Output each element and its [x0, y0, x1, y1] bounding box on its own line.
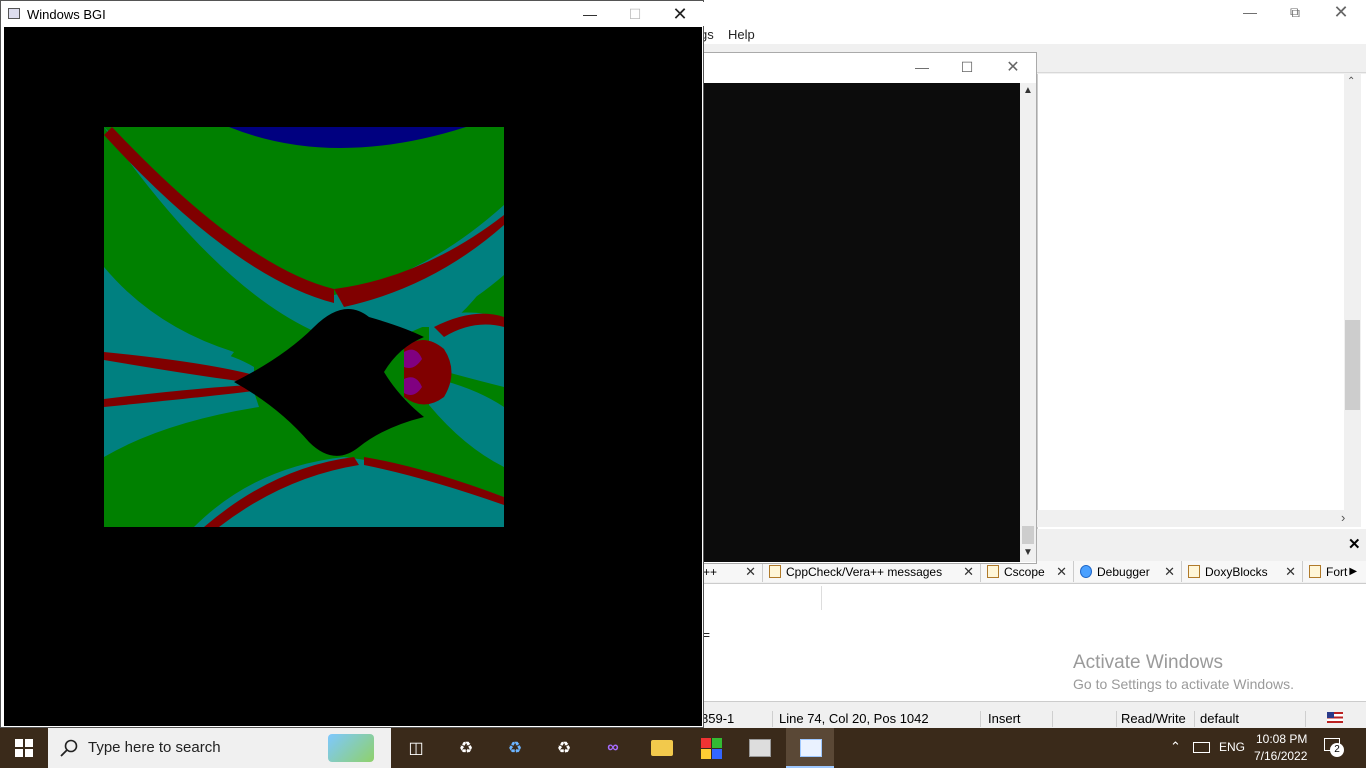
- close-icon[interactable]: ✕: [745, 564, 756, 580]
- code-editor[interactable]: [1037, 74, 1366, 529]
- bgi-minimize-button[interactable]: —: [567, 2, 613, 26]
- close-icon[interactable]: ✕: [1164, 564, 1175, 580]
- clock-time[interactable]: 10:08 PM: [1256, 732, 1307, 746]
- console-app-icon[interactable]: [746, 734, 774, 762]
- log-fragment: =: [703, 628, 711, 642]
- scroll-up-icon[interactable]: ⌃: [1347, 76, 1355, 87]
- search-placeholder: Type here to search: [88, 739, 221, 756]
- activate-windows-subtitle: Go to Settings to activate Windows.: [1073, 676, 1294, 692]
- tab-cppcheck[interactable]: CppCheck/Vera++ messages ✕: [763, 561, 981, 582]
- tab-doxyblocks[interactable]: DoxyBlocks ✕: [1182, 561, 1303, 582]
- tabs-scroll-right-icon[interactable]: ▶: [1349, 566, 1357, 577]
- notification-count-badge: 2: [1330, 743, 1344, 757]
- tab-label: DoxyBlocks: [1205, 564, 1268, 579]
- status-encoding: 859-1: [701, 711, 735, 726]
- debugger-gear-icon: [1080, 565, 1092, 578]
- status-access: Read/Write: [1121, 711, 1186, 726]
- tab-debugger[interactable]: Debugger ✕: [1074, 561, 1182, 582]
- tab-build-log[interactable]: ++ ✕: [700, 561, 763, 582]
- window-icon: [800, 739, 822, 757]
- editor-scroll-thumb[interactable]: [1345, 320, 1360, 410]
- activate-windows-title: Activate Windows: [1073, 652, 1223, 673]
- status-separator: [1052, 711, 1053, 727]
- console-scrollbar[interactable]: ▲ ▼: [1020, 83, 1036, 562]
- ide-titlebar: — ⧉ ✕: [700, 0, 1366, 24]
- search-box[interactable]: Type here to search: [48, 728, 391, 768]
- tab-cscope[interactable]: Cscope ✕: [981, 561, 1074, 582]
- start-button[interactable]: [0, 728, 48, 768]
- status-separator: [1305, 711, 1306, 727]
- language-indicator[interactable]: ENG: [1219, 740, 1245, 754]
- tab-fortran[interactable]: Fort ▶: [1303, 561, 1366, 582]
- logs-tabs: ++ ✕ CppCheck/Vera++ messages ✕ Cscope ✕…: [700, 561, 1366, 584]
- us-flag-icon: [1327, 712, 1343, 723]
- tab-label: CppCheck/Vera++ messages: [786, 564, 943, 579]
- ide-statusbar: 859-1 Line 74, Col 20, Pos 1042 Insert R…: [700, 709, 1366, 728]
- bgi-close-button[interactable]: ✕: [657, 2, 703, 26]
- task-view-icon[interactable]: ◫: [402, 734, 430, 762]
- column-divider: [821, 586, 822, 610]
- tab-label: ++: [703, 564, 718, 579]
- status-mode: Insert: [988, 711, 1021, 726]
- status-separator: [1116, 711, 1117, 727]
- taskbar: Type here to search ◫ ♻ ♻ ♻ ∞ ⌃ ENG 10:0…: [0, 728, 1366, 768]
- tab-label: Debugger: [1097, 564, 1150, 579]
- battery-icon[interactable]: [1193, 742, 1210, 753]
- close-icon[interactable]: ✕: [1285, 564, 1296, 580]
- active-window-button[interactable]: [786, 728, 834, 768]
- recycle-bin-full-icon[interactable]: ♻: [550, 734, 578, 762]
- fractal-image: [104, 127, 504, 527]
- close-icon[interactable]: ✕: [1056, 564, 1067, 580]
- console-scroll-thumb[interactable]: [1022, 526, 1034, 544]
- editor-vertical-scrollbar[interactable]: ⌃: [1344, 74, 1361, 511]
- document-edit-icon: [1309, 565, 1321, 578]
- bgi-canvas[interactable]: [4, 27, 702, 726]
- scroll-down-icon[interactable]: ▼: [1023, 547, 1033, 558]
- ide-restore-button[interactable]: ⧉: [1272, 0, 1318, 24]
- visual-studio-icon[interactable]: ∞: [599, 734, 627, 762]
- recycle-bin-icon[interactable]: ♻: [452, 734, 480, 762]
- status-profile: default: [1200, 711, 1240, 726]
- document-edit-icon: [1188, 565, 1200, 578]
- file-explorer-icon[interactable]: [648, 734, 676, 762]
- status-position: Line 74, Col 20, Pos 1042: [779, 711, 929, 726]
- document-edit-icon: [769, 565, 781, 578]
- console-minimize-button[interactable]: —: [899, 55, 945, 79]
- clock-date[interactable]: 7/16/2022: [1254, 749, 1307, 763]
- document-edit-icon: [987, 565, 999, 578]
- status-separator: [980, 711, 981, 727]
- ide-minimize-button[interactable]: —: [1227, 0, 1273, 24]
- show-hidden-icons-icon[interactable]: ⌃: [1170, 739, 1181, 755]
- recycle-bin-blue-icon[interactable]: ♻: [501, 734, 529, 762]
- console-close-button[interactable]: ✕: [990, 55, 1036, 79]
- ide-close-button[interactable]: ✕: [1318, 0, 1364, 24]
- console-maximize-button[interactable]: ☐: [944, 55, 990, 79]
- close-icon[interactable]: ✕: [963, 564, 974, 580]
- notifications-button[interactable]: 2: [1324, 738, 1344, 757]
- tab-label: Cscope: [1004, 564, 1045, 579]
- status-separator: [772, 711, 773, 727]
- ide-menubar: gs Help: [700, 24, 1366, 44]
- search-highlight-icon: [328, 734, 374, 762]
- codeblocks-icon[interactable]: [697, 734, 725, 762]
- bgi-window-title: Windows BGI: [27, 7, 106, 22]
- console-output[interactable]: [704, 83, 1020, 562]
- menu-help[interactable]: Help: [728, 27, 755, 42]
- scroll-up-icon[interactable]: ▲: [1023, 85, 1033, 96]
- search-icon: [60, 739, 78, 757]
- app-window-icon: [8, 8, 20, 19]
- bgi-window: Windows BGI — ☐ ✕: [0, 0, 704, 728]
- editor-horizontal-scrollbar[interactable]: ›: [1037, 510, 1361, 527]
- tab-label: Fort: [1326, 564, 1348, 579]
- logs-close-icon[interactable]: ✕: [1348, 535, 1361, 553]
- status-separator: [1194, 711, 1195, 727]
- windows-logo-icon: [15, 739, 33, 757]
- bgi-maximize-button[interactable]: ☐: [612, 2, 658, 26]
- scroll-right-icon[interactable]: ›: [1341, 510, 1345, 525]
- bgi-titlebar: Windows BGI — ☐ ✕: [2, 2, 704, 26]
